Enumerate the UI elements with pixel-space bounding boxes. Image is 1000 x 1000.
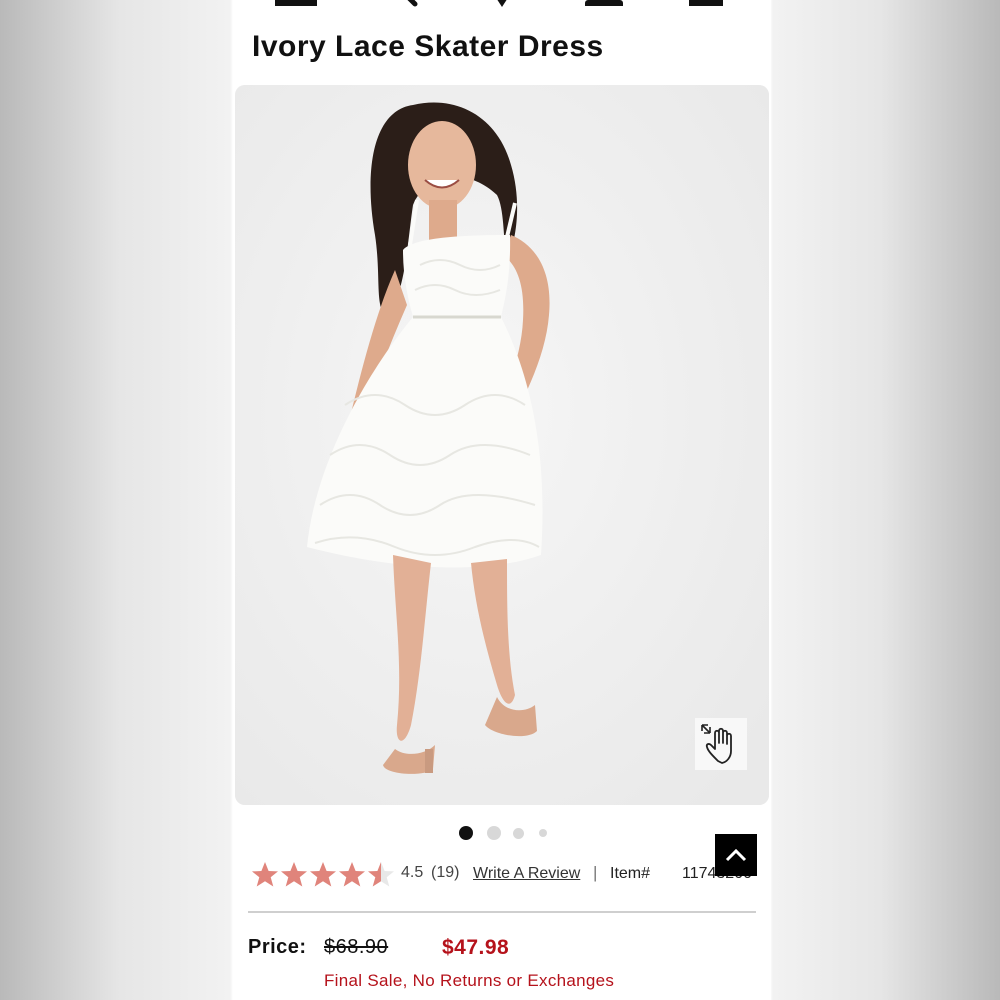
carousel-dot[interactable]	[513, 827, 524, 839]
carousel-dot[interactable]	[459, 826, 473, 840]
star-icon	[310, 862, 336, 887]
model-photo	[235, 85, 769, 805]
chevron-up-icon	[725, 848, 747, 862]
carousel-dot[interactable]	[487, 826, 501, 840]
mobile-product-page: Ivory Lace Skater Dress 4.5 (19) Write A…	[233, 0, 771, 1000]
product-image[interactable]	[235, 85, 769, 805]
top-navigation-bar	[233, 0, 771, 14]
product-title: Ivory Lace Skater Dress	[252, 30, 604, 63]
star-rating[interactable]	[251, 856, 395, 890]
divider	[248, 911, 756, 913]
carousel-pagination	[233, 826, 771, 840]
rating-row: 4.5 (19) Write A Review | Item# 11743200	[251, 856, 771, 890]
zoom-button[interactable]	[695, 718, 747, 770]
search-icon[interactable]	[383, 0, 423, 8]
account-icon[interactable]	[585, 0, 623, 8]
original-price: $68.90	[324, 936, 389, 958]
rating-value: 4.5	[401, 864, 424, 881]
star-icon	[339, 862, 365, 887]
separator: |	[593, 863, 598, 882]
review-count[interactable]: (19)	[431, 864, 459, 882]
star-icon	[281, 862, 307, 887]
star-icon	[368, 862, 394, 887]
sale-price: $47.98	[442, 936, 510, 959]
location-pin-icon[interactable]	[489, 0, 515, 8]
shopping-bag-icon[interactable]	[689, 0, 723, 8]
price-label: Price:	[248, 936, 307, 958]
menu-icon[interactable]	[275, 0, 317, 8]
final-sale-notice: Final Sale, No Returns or Exchanges	[324, 971, 615, 990]
write-review-link[interactable]: Write A Review	[473, 865, 580, 883]
carousel-dot[interactable]	[539, 829, 547, 837]
star-icon	[252, 862, 278, 887]
item-number-label: Item#	[610, 865, 651, 882]
zoom-hand-icon	[701, 724, 732, 764]
back-to-top-button[interactable]	[715, 834, 757, 876]
